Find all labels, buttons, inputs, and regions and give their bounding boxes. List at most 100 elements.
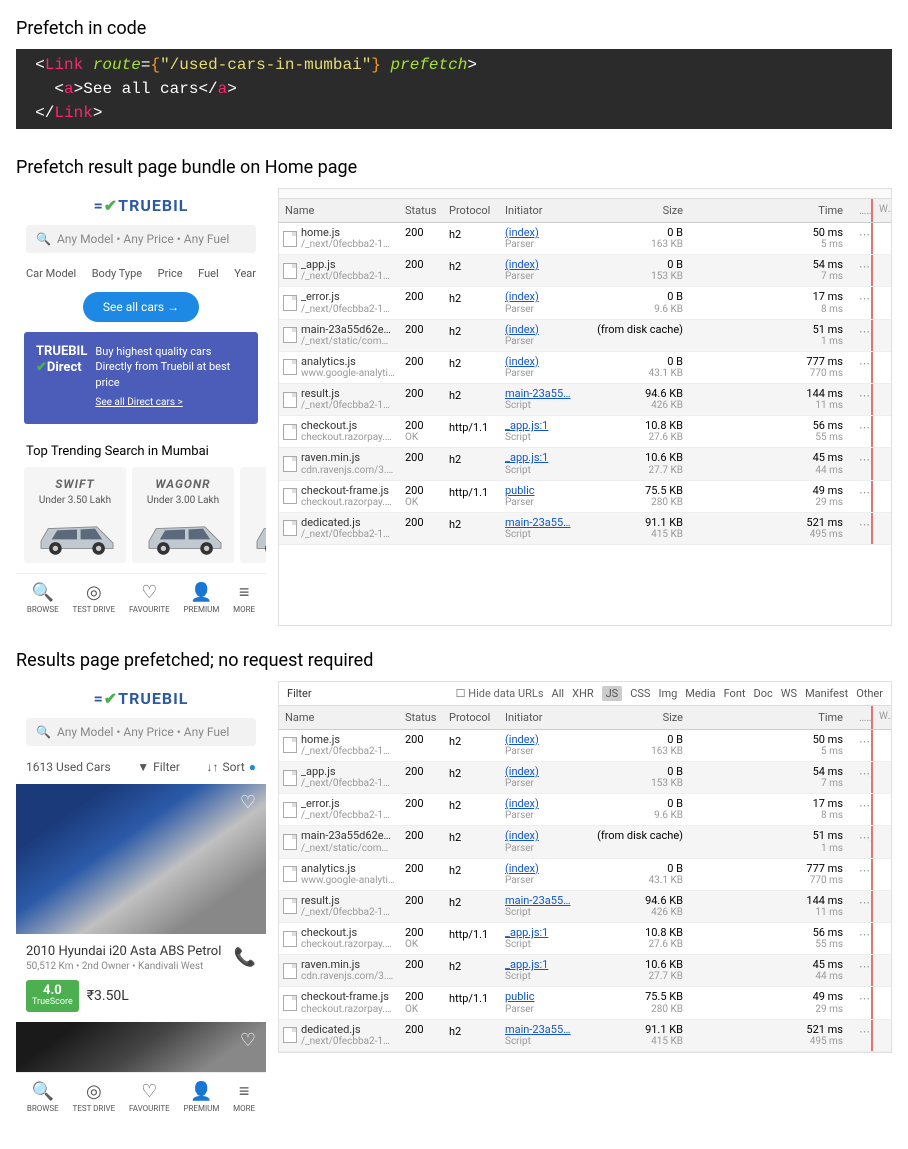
js-file-icon — [283, 456, 297, 472]
bottom-nav: 🔍BROWSE ◎TEST DRIVE ♡FAVOURITE 👤PREMIUM ≡MOR… — [16, 573, 266, 618]
network-row[interactable]: home.js/_next/0fecbba2-1716-4…200h2(inde… — [279, 223, 891, 255]
js-file-icon — [283, 963, 297, 979]
bottom-nav: 🔍BROWSE ◎TEST DRIVE ♡FAVOURITE 👤PREMIUM ≡MOR… — [16, 1072, 266, 1117]
js-file-icon — [283, 392, 297, 408]
nav-item-favourite[interactable]: ♡FAVOURITE — [129, 582, 170, 614]
network-row[interactable]: checkout.jscheckout.razorpay.com/v1200OK… — [279, 923, 891, 955]
network-row[interactable]: checkout-frame.jscheckout.razorpay.com/v… — [279, 481, 891, 513]
nav-icon: 🔍 — [27, 1081, 59, 1102]
direct-logo: TRUEBIL ✔Direct — [36, 344, 87, 410]
listing-subtitle: 50,512 Km • 2nd Owner • Kandivali West — [26, 961, 221, 972]
network-row[interactable]: dedicated.js/_next/0fecbba2-1716-4…200h2… — [279, 1020, 891, 1052]
network-row[interactable]: main-23a55d62e85daea…/_next/static/commo… — [279, 320, 891, 352]
see-all-cars-button[interactable]: See all cars → — [83, 292, 199, 322]
section1-title: Prefetch in code — [16, 18, 892, 39]
nav-icon: ♡ — [129, 1081, 170, 1102]
listing-title: 2010 Hyundai i20 Asta ABS Petrol — [26, 944, 221, 959]
trending-card[interactable]: DUnde — [240, 467, 266, 563]
truescore-badge: 4.0 TrueScore — [26, 980, 79, 1012]
js-file-icon — [283, 359, 297, 375]
search-input[interactable]: 🔍 Any Model • Any Price • Any Fuel — [26, 718, 256, 746]
nav-item-premium[interactable]: 👤PREMIUM — [183, 582, 219, 614]
heart-icon[interactable]: ♡ — [240, 1030, 256, 1051]
trending-card[interactable]: SWIFTUnder 3.50 Lakh — [24, 467, 126, 563]
nav-icon: 👤 — [183, 582, 219, 603]
network-row[interactable]: _app.js/_next/0fecbba2-1716-4…200h2(inde… — [279, 255, 891, 287]
nav-icon: ♡ — [129, 582, 170, 603]
js-file-icon — [283, 520, 297, 536]
nav-icon: 👤 — [183, 1081, 219, 1102]
network-header: NameStatusProtocolInitiatorSizeTime…Wate… — [279, 706, 891, 730]
js-file-icon — [283, 424, 297, 440]
funnel-icon: ▼ — [137, 760, 149, 774]
nav-item-more[interactable]: ≡MORE — [233, 1081, 255, 1113]
sort-button[interactable]: ↓↑Sort● — [206, 760, 256, 774]
nav-icon: ≡ — [233, 1081, 255, 1102]
filter-button[interactable]: ▼Filter — [137, 760, 180, 774]
network-row[interactable]: analytics.jswww.google-analytics.c…200h2… — [279, 352, 891, 384]
network-row[interactable]: checkout.jscheckout.razorpay.com/v1200OK… — [279, 416, 891, 448]
direct-cars-link[interactable]: See all Direct cars > — [95, 396, 246, 410]
js-file-icon — [283, 488, 297, 504]
sort-icon: ↓↑ — [206, 760, 218, 774]
car-icon — [32, 512, 122, 556]
network-row[interactable]: _error.js/_next/0fecbba2-1716-4…200h2(in… — [279, 794, 891, 826]
network-row[interactable]: raven.min.jscdn.ravenjs.com/3.22.1200h2_… — [279, 955, 891, 987]
network-row[interactable]: _app.js/_next/0fecbba2-1716-4…200h2(inde… — [279, 762, 891, 794]
js-file-icon — [283, 834, 297, 850]
js-file-icon — [283, 231, 297, 247]
nav-item-more[interactable]: ≡MORE — [233, 582, 255, 614]
truebil-direct-card[interactable]: TRUEBIL ✔Direct Buy highest quality cars… — [24, 332, 258, 424]
devtools-network-panel-1: NameStatusProtocolInitiatorSizeTime…Wate… — [278, 188, 892, 626]
js-file-icon — [283, 295, 297, 311]
js-file-icon — [283, 898, 297, 914]
car-listing-image[interactable]: ♡ — [16, 784, 266, 934]
section3-title: Results page prefetched; no request requ… — [16, 650, 892, 671]
js-file-icon — [283, 737, 297, 753]
filter-bar[interactable]: Filter ☐ Hide data URLs All XHR JS CSS I… — [279, 682, 891, 706]
js-file-icon — [283, 1027, 297, 1043]
network-row[interactable]: _error.js/_next/0fecbba2-1716-4…200h2(in… — [279, 287, 891, 319]
trending-heading: Top Trending Search in Mumbai — [16, 434, 266, 467]
car-icon — [248, 512, 266, 556]
heart-icon[interactable]: ♡ — [240, 792, 256, 813]
js-file-icon — [283, 802, 297, 818]
brand-logo: =✔TRUEBIL — [16, 681, 266, 714]
nav-item-browse[interactable]: 🔍BROWSE — [27, 582, 59, 614]
results-count: 1613 Used Cars — [26, 760, 111, 774]
mobile-home-app: =✔TRUEBIL 🔍 Any Model • Any Price • Any … — [16, 188, 266, 618]
network-row[interactable]: checkout-frame.jscheckout.razorpay.com/v… — [279, 987, 891, 1019]
search-input[interactable]: 🔍 Any Model • Any Price • Any Fuel — [26, 225, 256, 253]
car-listing-image[interactable]: ♡ — [16, 1022, 266, 1072]
network-row[interactable]: main-23a55d62e85daea…/_next/static/commo… — [279, 826, 891, 858]
trending-card[interactable]: WAGONRUnder 3.00 Lakh — [132, 467, 234, 563]
js-file-icon — [283, 866, 297, 882]
code-block: <Link route={"/used-cars-in-mumbai"} pre… — [16, 49, 892, 129]
js-file-icon — [283, 770, 297, 786]
listing-price: ₹3.50L — [87, 988, 129, 1004]
nav-item-premium[interactable]: 👤PREMIUM — [183, 1081, 219, 1113]
network-row[interactable]: raven.min.jscdn.ravenjs.com/3.22.1200h2_… — [279, 448, 891, 480]
phone-icon[interactable]: 📞 — [234, 947, 256, 968]
nav-icon: ≡ — [233, 582, 255, 603]
network-row[interactable]: result.js/_next/0fecbba2-1716-4…200h2mai… — [279, 891, 891, 923]
trending-row: SWIFTUnder 3.50 LakhWAGONRUnder 3.00 Lak… — [16, 467, 266, 573]
network-header: NameStatusProtocolInitiatorSizeTime…Wate — [279, 199, 891, 223]
nav-item-browse[interactable]: 🔍BROWSE — [27, 1081, 59, 1113]
nav-item-test-drive[interactable]: ◎TEST DRIVE — [73, 1081, 116, 1113]
js-file-icon — [283, 995, 297, 1011]
nav-icon: 🔍 — [27, 582, 59, 603]
network-row[interactable]: home.js/_next/0fecbba2-1716-4…200h2(inde… — [279, 730, 891, 762]
network-row[interactable]: result.js/_next/0fecbba2-1716-4…200h2mai… — [279, 384, 891, 416]
network-row[interactable]: analytics.jswww.google-analytics.c…200h2… — [279, 859, 891, 891]
js-file-icon — [283, 263, 297, 279]
nav-item-test-drive[interactable]: ◎TEST DRIVE — [73, 582, 116, 614]
search-placeholder: Any Model • Any Price • Any Fuel — [57, 232, 229, 246]
nav-item-favourite[interactable]: ♡FAVOURITE — [129, 1081, 170, 1113]
filter-tabs[interactable]: Car ModelBody TypePriceFuelYear — [16, 257, 266, 288]
nav-icon: ◎ — [73, 582, 116, 603]
js-file-icon — [283, 327, 297, 343]
network-row[interactable]: dedicated.js/_next/0fecbba2-1716-4…200h2… — [279, 513, 891, 545]
search-icon: 🔍 — [36, 232, 51, 246]
js-file-icon — [283, 931, 297, 947]
